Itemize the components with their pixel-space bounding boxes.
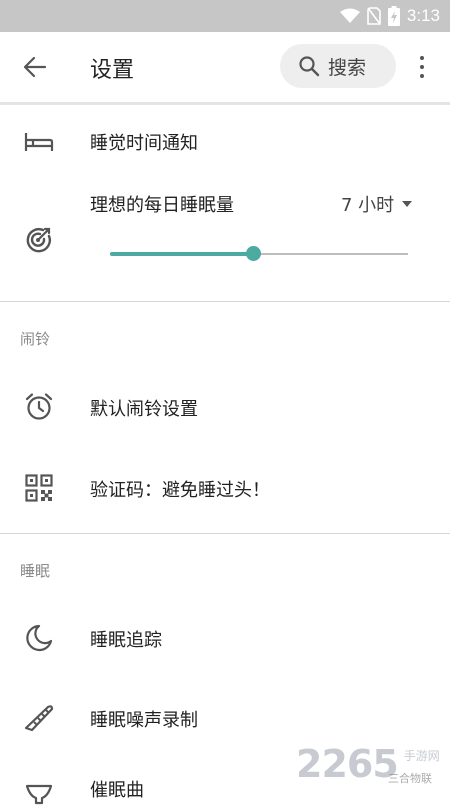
dropdown-caret-icon [402, 201, 413, 207]
more-options-button[interactable] [412, 52, 432, 82]
section-divider [0, 301, 450, 302]
section-divider [0, 533, 450, 534]
search-label: 搜索 [328, 56, 367, 79]
qr-code-icon [22, 471, 56, 505]
ideal-sleep-dropdown[interactable]: 7 小时 [341, 191, 413, 217]
captcha-label: 验证码：避免睡过头！ [90, 480, 270, 501]
page-title: 设置 [90, 58, 135, 83]
battery-charging-icon [387, 6, 400, 26]
default-alarm-label: 默认闹铃设置 [90, 399, 198, 420]
search-icon [299, 56, 320, 77]
search-button[interactable]: 搜索 [280, 44, 396, 88]
moon-icon [22, 621, 56, 655]
sleep-noise-recording-label: 睡眠噪声录制 [90, 710, 198, 731]
watermark-account: 三合物联 [388, 772, 432, 785]
wifi-icon [339, 8, 360, 23]
toolbar: 设置 搜索 [0, 32, 450, 105]
ideal-sleep-slider[interactable] [110, 246, 408, 261]
bedtime-notification-label: 睡觉时间通知 [90, 133, 198, 154]
lullaby-label: 催眠曲 [90, 780, 144, 801]
setting-sleep-noise-recording[interactable]: 睡眠噪声录制 [0, 692, 450, 744]
setting-default-alarm[interactable]: 默认闹铃设置 [0, 381, 450, 433]
back-button[interactable] [16, 48, 54, 86]
more-vert-icon [420, 56, 424, 60]
saw-icon [22, 701, 56, 735]
no-sim-icon [367, 7, 381, 25]
status-bar: 3:13 [0, 0, 450, 32]
arrow-left-icon [23, 56, 47, 78]
sleep-tracking-label: 睡眠追踪 [90, 630, 162, 651]
status-icons: 3:13 [339, 5, 440, 27]
alarm-clock-icon [22, 390, 56, 424]
watermark-site: 手游网 [403, 749, 440, 763]
slider-thumb[interactable] [246, 246, 262, 261]
setting-captcha[interactable]: 验证码：避免睡过头！ [0, 462, 450, 514]
status-time: 3:13 [406, 6, 440, 25]
bowl-icon [22, 776, 56, 810]
setting-bedtime-notification[interactable]: 睡觉时间通知 [0, 117, 450, 167]
ideal-sleep-value: 7 小时 [341, 195, 395, 216]
section-header-sleep: 睡眠 [20, 562, 51, 580]
setting-sleep-tracking[interactable]: 睡眠追踪 [0, 612, 450, 664]
section-header-alarm: 闹铃 [20, 330, 51, 348]
bed-icon [22, 125, 56, 159]
ideal-sleep-label: 理想的每日睡眠量 [90, 195, 234, 216]
target-icon [22, 223, 56, 257]
watermark-brand: 2265 [296, 742, 399, 786]
slider-fill [110, 252, 254, 256]
